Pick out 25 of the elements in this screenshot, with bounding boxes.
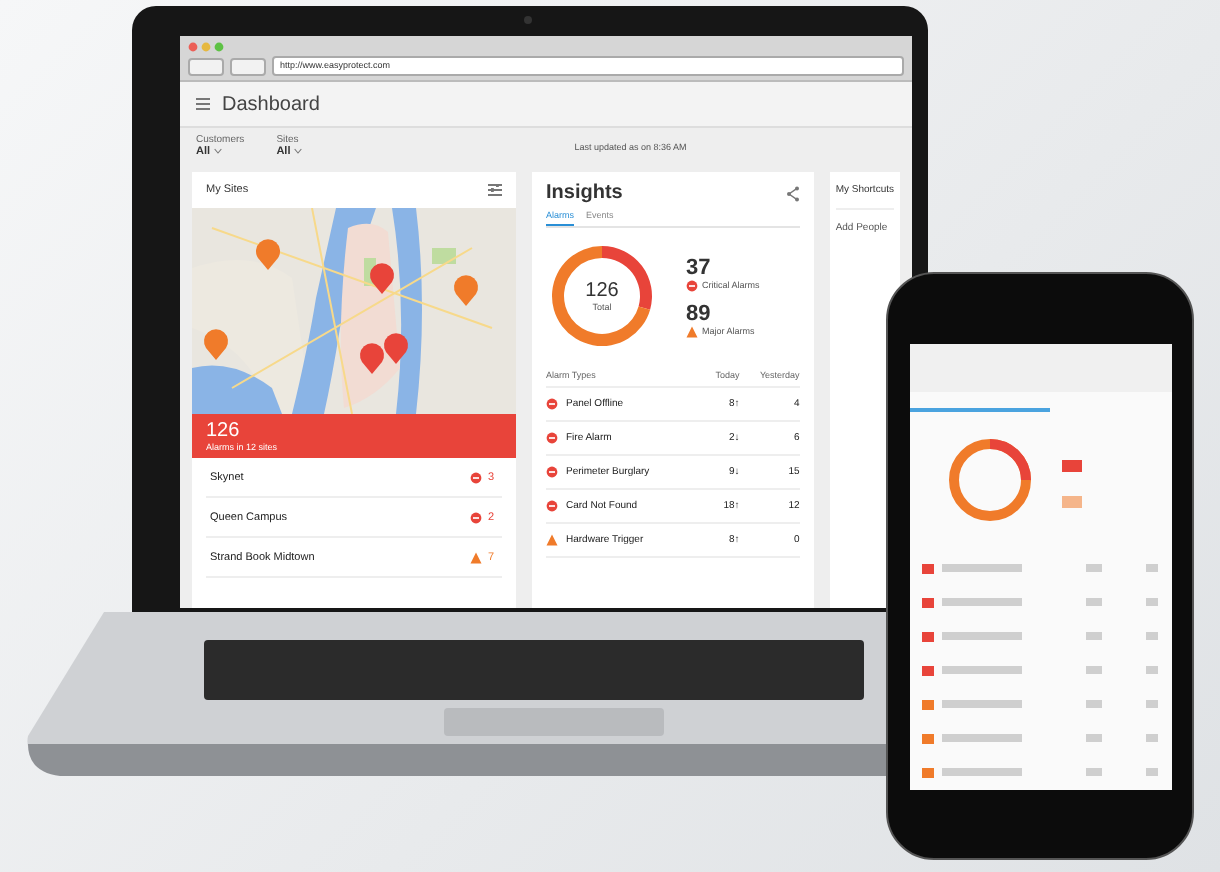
alarm-total: 126 <box>206 420 242 442</box>
page-title: Dashboard <box>222 93 320 115</box>
menu-icon[interactable] <box>196 98 210 110</box>
card-title: Insights <box>546 182 623 204</box>
alarm-icon <box>546 432 558 444</box>
toolbar-button[interactable] <box>230 57 266 75</box>
map-drawing[interactable] <box>192 208 516 414</box>
alarm-icon <box>546 398 558 410</box>
alarm-icon <box>469 511 482 523</box>
warning-icon <box>546 534 558 546</box>
warning-icon <box>469 551 482 563</box>
donut-total: 126 <box>585 280 619 302</box>
alarm-icon <box>546 466 558 478</box>
alarm-icon <box>546 500 558 512</box>
filter-icon[interactable] <box>488 184 502 196</box>
warning-icon <box>686 325 698 337</box>
alarm-value: 37 <box>686 255 713 279</box>
caret-icon <box>214 148 223 154</box>
share-icon[interactable] <box>785 185 800 201</box>
caret-icon <box>294 148 303 154</box>
alarm-icon <box>686 279 698 291</box>
alarm-icon <box>469 471 482 483</box>
window-controls-icon <box>188 41 228 51</box>
back-forward-button[interactable] <box>188 57 224 75</box>
alarm-value: 89 <box>686 301 713 325</box>
